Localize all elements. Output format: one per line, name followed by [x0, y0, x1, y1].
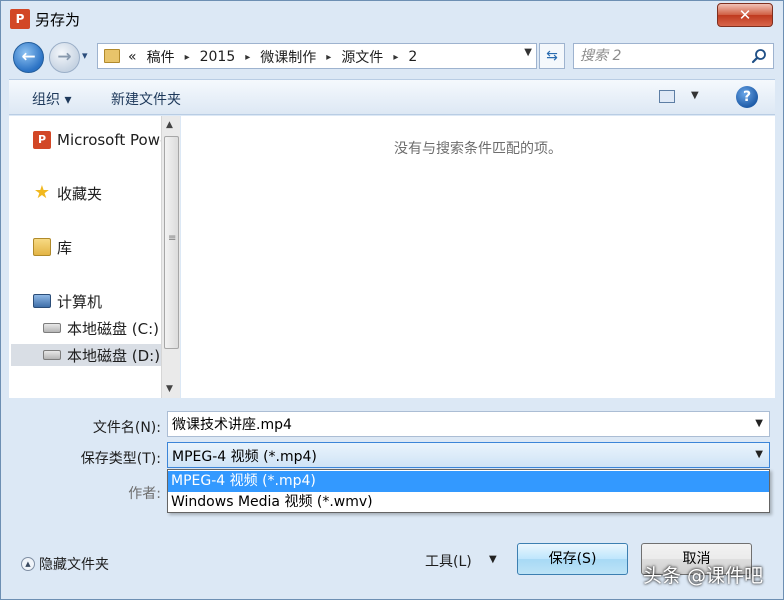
breadcrumb-separator-icon[interactable]: ▸ — [185, 52, 190, 63]
powerpoint-icon: P — [33, 131, 51, 149]
address-dropdown-icon[interactable]: ▼ — [524, 47, 532, 58]
view-dropdown-icon[interactable]: ▼ — [691, 90, 699, 101]
filetype-value: MPEG-4 视频 (*.mp4) — [172, 449, 317, 465]
breadcrumb-item[interactable]: 源文件 — [341, 47, 383, 67]
filename-label: 文件名(N): — [92, 420, 161, 436]
filetype-option-wmv[interactable]: Windows Media 视频 (*.wmv) — [168, 492, 769, 513]
view-options-icon[interactable] — [659, 90, 675, 103]
hide-folders-label: 隐藏文件夹 — [39, 557, 109, 573]
nav-item-computer[interactable]: 计算机 — [33, 290, 102, 312]
breadcrumb-separator-icon[interactable]: ▸ — [393, 52, 398, 63]
tools-dropdown-icon[interactable]: ▼ — [489, 554, 497, 565]
filetype-option-mp4[interactable]: MPEG-4 视频 (*.mp4) — [168, 471, 769, 492]
hide-folders-toggle[interactable]: ▲ 隐藏文件夹 — [21, 554, 109, 574]
filetype-label: 保存类型(T): — [80, 451, 161, 467]
refresh-button[interactable]: ⇆ — [539, 43, 565, 69]
filetype-select[interactable]: MPEG-4 视频 (*.mp4) ▼ — [167, 442, 770, 468]
title-bar: P 另存为 ✕ — [1, 1, 783, 37]
drive-d-icon — [43, 350, 61, 360]
filetype-options-list: MPEG-4 视频 (*.mp4) Windows Media 视频 (*.wm… — [167, 469, 770, 513]
scroll-up-icon[interactable]: ▲ — [166, 120, 173, 130]
close-button[interactable]: ✕ — [717, 3, 773, 27]
grip-icon: ≡ — [168, 233, 177, 244]
search-box[interactable] — [573, 43, 774, 69]
forward-button[interactable]: → — [49, 42, 80, 73]
nav-item-drive-d[interactable]: 本地磁盘 (D:) — [11, 344, 161, 366]
scroll-down-icon[interactable]: ▼ — [166, 384, 173, 394]
powerpoint-app-icon: P — [10, 9, 30, 29]
author-label: 作者: — [128, 486, 161, 502]
search-input[interactable] — [580, 46, 740, 66]
breadcrumb-item[interactable]: 稿件 — [147, 47, 175, 67]
navigation-pane: P Microsoft PowerPoint ★ 收藏夹 库 计算机 本地磁盘 … — [9, 116, 161, 398]
save-button[interactable]: 保存(S) — [517, 543, 628, 575]
nav-item-powerpoint[interactable]: P Microsoft PowerPoint — [33, 129, 161, 151]
nav-item-label: 本地磁盘 (D:) — [67, 346, 161, 365]
breadcrumb-separator-icon[interactable]: ▸ — [245, 52, 250, 63]
file-list[interactable]: 没有与搜索条件匹配的项。 — [181, 116, 775, 398]
nav-item-label: 本地磁盘 (C:) — [67, 319, 159, 338]
tools-menu[interactable]: 工具(L) — [425, 551, 472, 571]
filename-input[interactable] — [172, 414, 742, 434]
back-button[interactable]: ← — [13, 42, 44, 73]
breadcrumb-item[interactable]: 2 — [408, 49, 417, 65]
filename-dropdown-icon[interactable]: ▼ — [755, 418, 763, 429]
help-icon[interactable]: ? — [736, 86, 758, 108]
window-title: 另存为 — [35, 11, 81, 29]
save-as-dialog: P 另存为 ✕ ← → ▾ « 稿件 ▸ 2015 ▸ 微课制作 ▸ 源文件 ▸… — [0, 0, 784, 600]
recent-locations-dropdown[interactable]: ▾ — [82, 49, 88, 62]
search-icon[interactable] — [751, 48, 767, 64]
library-icon — [33, 238, 51, 256]
nav-item-library[interactable]: 库 — [33, 236, 72, 258]
computer-icon — [33, 294, 51, 308]
breadcrumb-item[interactable]: 2015 — [200, 49, 236, 65]
drive-c-icon — [43, 323, 61, 333]
nav-scrollbar[interactable]: ▲ ≡ ▼ — [161, 116, 180, 398]
nav-item-label: 库 — [57, 238, 73, 257]
new-folder-button[interactable]: 新建文件夹 — [111, 89, 181, 109]
nav-item-label: 收藏夹 — [57, 184, 103, 203]
breadcrumb-path: « 稿件 ▸ 2015 ▸ 微课制作 ▸ 源文件 ▸ 2 — [128, 47, 417, 67]
breadcrumb-overflow[interactable]: « — [128, 49, 137, 65]
filetype-dropdown-icon[interactable]: ▼ — [755, 449, 763, 460]
scroll-thumb[interactable]: ≡ — [164, 136, 179, 349]
watermark-text: 头条 @课件吧 — [643, 565, 764, 587]
toolbar: 组织 ▾ 新建文件夹 ▼ ? — [9, 79, 775, 115]
organize-menu[interactable]: 组织 ▾ — [32, 89, 71, 109]
nav-item-label: Microsoft PowerPoint — [57, 131, 161, 149]
filename-field[interactable]: ▼ — [167, 411, 770, 437]
nav-item-drive-c[interactable]: 本地磁盘 (C:) — [43, 317, 159, 339]
folder-icon — [104, 49, 120, 63]
chevron-up-icon: ▲ — [21, 557, 35, 571]
breadcrumb[interactable]: « 稿件 ▸ 2015 ▸ 微课制作 ▸ 源文件 ▸ 2 ▼ — [97, 43, 537, 69]
empty-message: 没有与搜索条件匹配的项。 — [394, 141, 562, 157]
nav-item-label: 计算机 — [57, 292, 103, 311]
star-icon: ★ — [33, 182, 51, 203]
breadcrumb-item[interactable]: 微课制作 — [260, 47, 316, 67]
nav-item-favorites[interactable]: ★ 收藏夹 — [33, 182, 102, 204]
breadcrumb-separator-icon[interactable]: ▸ — [326, 52, 331, 63]
